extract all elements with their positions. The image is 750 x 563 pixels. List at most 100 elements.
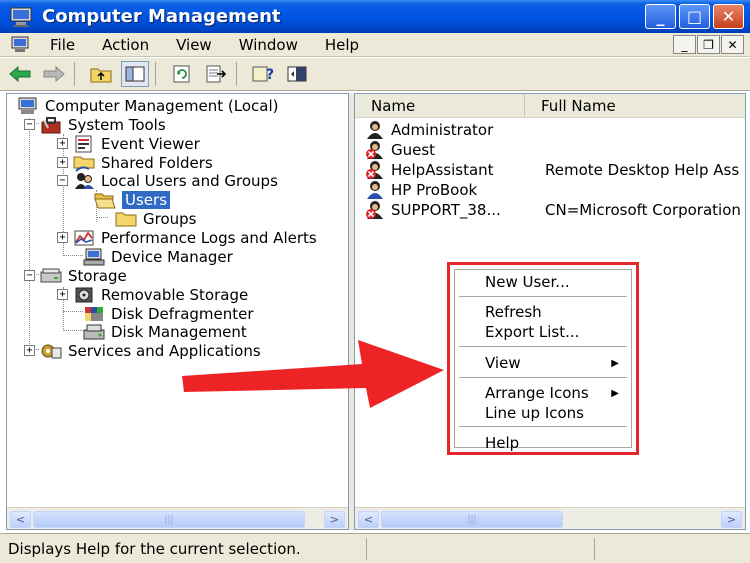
menu-help[interactable]: Help <box>325 36 359 54</box>
folder-icon <box>115 210 137 228</box>
scroll-right-button[interactable]: > <box>324 511 345 528</box>
list-item-hp-probook[interactable]: HP ProBook <box>363 180 477 200</box>
export-list-icon <box>206 65 227 83</box>
tree-item-removable-storage[interactable]: + Removable Storage <box>57 285 248 304</box>
menu-item-export-list[interactable]: Export List... <box>485 323 579 341</box>
close-button[interactable]: ✕ <box>713 4 744 29</box>
scroll-thumb[interactable]: ||| <box>381 511 563 528</box>
child-minimize-button[interactable]: _ <box>673 35 696 54</box>
tree-item-event-viewer[interactable]: + Event Viewer <box>57 134 200 153</box>
disabled-user-icon <box>363 160 387 180</box>
list-item-administrator[interactable]: Administrator <box>363 120 493 140</box>
svg-text:?: ? <box>266 67 274 83</box>
column-header-name[interactable]: Name <box>355 94 525 117</box>
child-close-button[interactable]: ✕ <box>721 35 744 54</box>
tree-item-label: Removable Storage <box>101 285 249 304</box>
tree-item-disk-defragmenter[interactable]: Disk Defragmenter <box>83 304 254 323</box>
menu-item-view[interactable]: View <box>485 354 521 372</box>
tree-item-device-manager[interactable]: Device Manager <box>83 247 233 266</box>
title-bar[interactable]: Computer Management _ □ ✕ <box>0 0 750 33</box>
tree-item-storage[interactable]: − Storage <box>24 266 127 285</box>
tree-item-shared-folders[interactable]: + Shared Folders <box>57 153 213 172</box>
tree-item-label: Disk Defragmenter <box>111 304 254 323</box>
menu-item-line-up-icons[interactable]: Line up Icons <box>485 404 584 422</box>
user-name: HelpAssistant <box>391 161 494 179</box>
system-menu-icon[interactable] <box>10 36 32 54</box>
user-name: Administrator <box>391 121 494 139</box>
column-header-full-name[interactable]: Full Name <box>525 94 745 117</box>
status-segment <box>366 537 594 560</box>
scroll-left-button[interactable]: < <box>10 511 31 528</box>
status-bar: Displays Help for the current selection. <box>0 533 750 563</box>
child-restore-button[interactable]: ❐ <box>697 35 720 54</box>
menu-item-help[interactable]: Help <box>485 434 519 452</box>
forward-arrow-icon <box>43 66 65 82</box>
collapse-toggle[interactable]: − <box>24 270 35 281</box>
help-button[interactable]: ? <box>249 61 277 87</box>
expand-toggle[interactable]: + <box>57 138 68 149</box>
disabled-user-icon <box>363 140 387 160</box>
tree-item-label: Groups <box>143 209 197 228</box>
tree-item-label: Computer Management (Local) <box>45 96 279 115</box>
menu-window[interactable]: Window <box>239 36 298 54</box>
export-list-button[interactable] <box>202 61 230 87</box>
back-button[interactable] <box>6 61 34 87</box>
device-manager-icon <box>83 248 105 266</box>
maximize-button[interactable]: □ <box>679 4 710 29</box>
tree-item-label: Device Manager <box>111 247 233 266</box>
minimize-button[interactable]: _ <box>645 4 676 29</box>
user-full-name: CN=Microsoft Corporation <box>545 201 741 219</box>
list-header: Name Full Name <box>355 94 745 118</box>
menu-item-new-user[interactable]: New User... <box>485 273 570 291</box>
action-pane-icon <box>287 66 307 82</box>
user-name: Guest <box>391 141 436 159</box>
expand-toggle[interactable]: + <box>57 232 68 243</box>
collapse-toggle[interactable]: − <box>57 175 68 186</box>
list-horizontal-scrollbar[interactable]: < ||| > <box>355 507 745 529</box>
menu-item-refresh[interactable]: Refresh <box>485 303 542 321</box>
list-item-support[interactable]: SUPPORT_38... CN=Microsoft Corporation <box>363 200 741 220</box>
tree-item-performance-logs[interactable]: + Performance Logs and Alerts <box>57 228 317 247</box>
help-icon: ? <box>252 66 274 83</box>
computer-icon <box>17 97 39 115</box>
refresh-button[interactable] <box>168 61 196 87</box>
tree-item-label: Local Users and Groups <box>101 171 278 190</box>
tree-item-computer-management-local[interactable]: Computer Management (Local) <box>17 96 279 115</box>
list-item-guest[interactable]: Guest <box>363 140 435 160</box>
menu-item-arrange-icons[interactable]: Arrange Icons <box>485 384 589 402</box>
toolbar-separator <box>236 62 237 86</box>
expand-toggle[interactable]: + <box>24 345 35 356</box>
tree-item-system-tools[interactable]: − System Tools <box>24 115 166 134</box>
forward-button[interactable] <box>40 61 68 87</box>
show-hide-console-tree-button[interactable] <box>121 61 149 87</box>
collapse-toggle[interactable]: − <box>24 119 35 130</box>
services-gear-icon <box>40 342 62 360</box>
console-tree-pane[interactable]: Computer Management (Local) − System Too… <box>6 93 349 530</box>
up-one-level-button[interactable] <box>87 61 115 87</box>
context-menu: New User... Refresh Export List... View … <box>447 262 639 455</box>
show-hide-action-pane-button[interactable] <box>283 61 311 87</box>
toolbar-separator <box>74 62 75 86</box>
list-item-helpassistant[interactable]: HelpAssistant Remote Desktop Help Ass <box>363 160 739 180</box>
back-arrow-icon <box>9 66 31 82</box>
refresh-icon <box>173 65 190 83</box>
event-viewer-icon <box>73 135 95 153</box>
menu-view[interactable]: View <box>176 36 212 54</box>
tree-item-label: System Tools <box>68 115 166 134</box>
tree-item-groups[interactable]: Groups <box>115 209 196 228</box>
tree-horizontal-scrollbar[interactable]: < ||| > <box>7 507 348 529</box>
tree-item-users[interactable]: Users <box>94 190 171 209</box>
tree-item-label: Event Viewer <box>101 134 200 153</box>
user-icon <box>363 180 387 200</box>
scroll-thumb[interactable]: ||| <box>33 511 305 528</box>
tree-item-local-users-and-groups[interactable]: − Local Users and Groups <box>57 171 278 190</box>
menu-action[interactable]: Action <box>102 36 149 54</box>
expand-toggle[interactable]: + <box>57 157 68 168</box>
disk-management-icon <box>83 323 105 341</box>
expand-toggle[interactable]: + <box>57 289 68 300</box>
toolbox-icon <box>40 116 62 134</box>
scroll-right-button[interactable]: > <box>721 511 742 528</box>
menu-bar: File Action View Window Help _ ❐ ✕ <box>0 33 750 57</box>
scroll-left-button[interactable]: < <box>358 511 379 528</box>
menu-file[interactable]: File <box>50 36 75 54</box>
